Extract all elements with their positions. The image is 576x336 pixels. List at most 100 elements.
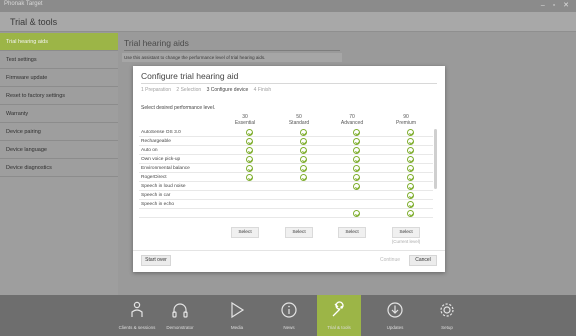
check-icon xyxy=(300,174,307,181)
nav-media[interactable]: Media xyxy=(215,295,259,336)
section-header: Trial & tools xyxy=(0,12,576,32)
check-icon xyxy=(246,138,253,145)
feature-row xyxy=(139,210,433,218)
check-icon xyxy=(353,129,360,136)
level-name: Premium xyxy=(395,120,416,126)
gear-icon xyxy=(440,303,454,317)
select-50-button[interactable]: Select xyxy=(285,227,313,238)
person-icon xyxy=(131,301,143,317)
check-icon xyxy=(246,129,253,136)
check-icon xyxy=(353,138,360,145)
feature-row: Speech in echo xyxy=(139,201,433,209)
feature-row: Environmental balance xyxy=(139,165,433,173)
sidebar-item-reset-factory[interactable]: Reset to factory settings xyxy=(0,87,118,105)
select-90-button[interactable]: Select xyxy=(392,227,420,238)
wizard-steps: 1 Preparation 2 Selection 3 Configure de… xyxy=(141,87,275,93)
check-icon xyxy=(300,165,307,172)
table-scrollbar[interactable] xyxy=(434,129,437,189)
feature-row: Auto on xyxy=(139,147,433,155)
configure-dialog: Configure trial hearing aid 1 Preparatio… xyxy=(133,66,445,272)
nav-setup[interactable]: Setup xyxy=(425,295,469,336)
check-icon xyxy=(353,156,360,163)
check-icon xyxy=(246,156,253,163)
check-icon xyxy=(246,174,253,181)
section-title: Trial & tools xyxy=(10,17,58,27)
feature-name: Speech in car xyxy=(141,193,171,198)
nav-trial-tools[interactable]: Trial & tools xyxy=(317,295,361,336)
check-icon xyxy=(353,147,360,154)
level-header-70: 70 Advanced xyxy=(322,114,382,126)
feature-name: Own voice pick-up xyxy=(141,157,181,162)
level-name: Advanced xyxy=(340,120,364,126)
nav-label: News xyxy=(283,325,295,330)
page-description: Use this assistant to change the perform… xyxy=(124,55,266,60)
check-icon xyxy=(300,156,307,163)
nav-news[interactable]: News xyxy=(267,295,311,336)
wrench-icon xyxy=(332,301,344,317)
check-icon xyxy=(353,174,360,181)
check-icon xyxy=(407,138,414,145)
instruction-text: Select desired performance level. xyxy=(141,105,216,111)
feature-name: AutoSense OS 3.0 xyxy=(141,130,181,135)
feature-name: Auto on xyxy=(141,148,158,153)
feature-row: Speech in loud noise xyxy=(139,183,433,191)
check-icon xyxy=(407,201,414,208)
step-finish: 4 Finish xyxy=(253,87,272,93)
play-icon xyxy=(231,301,245,319)
check-icon xyxy=(407,147,414,154)
check-icon xyxy=(300,147,307,154)
feature-row: Speech in car xyxy=(139,192,433,200)
nav-label: Media xyxy=(230,325,244,330)
sidebar-item-device-diagnostics[interactable]: Device diagnostics xyxy=(0,159,118,177)
headphones-icon xyxy=(172,303,188,318)
step-preparation: 1 Preparation xyxy=(141,87,172,93)
select-30-button[interactable]: Select xyxy=(231,227,259,238)
feature-name: Speech in echo xyxy=(141,202,175,207)
step-selection: 2 Selection xyxy=(176,87,202,93)
level-header-30: 30 Essential xyxy=(215,114,275,126)
page-title: Trial hearing aids xyxy=(124,38,189,48)
check-icon xyxy=(407,165,414,172)
cancel-button[interactable]: Cancel xyxy=(409,255,437,266)
info-icon xyxy=(281,302,297,318)
feature-row: Own voice pick-up xyxy=(139,156,433,164)
window-controls[interactable]: ‒ ▫ ✕ xyxy=(541,1,572,9)
start-over-button[interactable]: Start over xyxy=(141,255,171,266)
check-icon xyxy=(407,174,414,181)
nav-updates[interactable]: Updates xyxy=(373,295,417,336)
feature-name: Rechargeable xyxy=(141,139,171,144)
check-icon xyxy=(407,192,414,199)
feature-table: AutoSense OS 3.0 Rechargeable Auto on Own v… xyxy=(139,129,435,220)
step-configure-device: 3 Configure device xyxy=(206,87,249,93)
check-icon xyxy=(407,210,414,217)
sidebar-item-firmware-update[interactable]: Firmware update xyxy=(0,69,118,87)
sidebar-item-device-pairing[interactable]: Device pairing xyxy=(0,123,118,141)
level-name: Standard xyxy=(288,120,310,126)
sidebar-item-warranty[interactable]: Warranty xyxy=(0,105,118,123)
download-icon xyxy=(387,302,403,318)
sidebar-item-test-settings[interactable]: Test settings xyxy=(0,51,118,69)
nav-label: Trial & tools xyxy=(327,325,351,330)
feature-name: RogerDirect xyxy=(141,175,167,180)
level-name: Essential xyxy=(234,120,256,126)
check-icon xyxy=(407,129,414,136)
sidebar-item-trial-hearing-aids[interactable]: Trial hearing aids xyxy=(0,33,118,51)
check-icon xyxy=(407,183,414,190)
dialog-footer: Start over Continue Cancel xyxy=(133,250,445,272)
check-icon xyxy=(246,147,253,154)
nav-label: Setup xyxy=(441,325,453,330)
current-level-note: (Current level) xyxy=(391,239,421,244)
select-70-button[interactable]: Select xyxy=(338,227,366,238)
continue-button[interactable]: Continue xyxy=(377,255,403,266)
check-icon xyxy=(300,138,307,145)
level-header-50: 50 Standard xyxy=(269,114,329,126)
feature-name: Speech in loud noise xyxy=(141,184,186,189)
dialog-title: Configure trial hearing aid xyxy=(141,71,239,81)
title-bar: Phonak Target ‒ ▫ ✕ xyxy=(0,0,576,12)
check-icon xyxy=(353,183,360,190)
sidebar-item-device-language[interactable]: Device language xyxy=(0,141,118,159)
check-icon xyxy=(407,156,414,163)
feature-name: Environmental balance xyxy=(141,166,190,171)
nav-demonstrator[interactable]: Demonstrator xyxy=(158,295,202,336)
bottom-nav: Clients & sessions Demonstrator Media Ne… xyxy=(0,295,576,336)
